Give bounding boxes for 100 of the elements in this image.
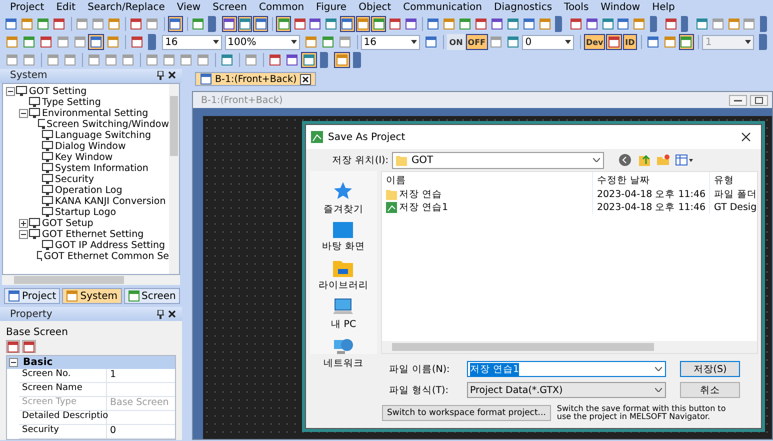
pin-icon[interactable]: [157, 71, 164, 80]
property-value[interactable]: 0: [107, 425, 175, 438]
expand-toggle[interactable]: [19, 230, 28, 239]
place-shortcut[interactable]: 네트워크: [323, 337, 364, 370]
pin-icon[interactable]: [157, 310, 164, 318]
horizontal-scrollbar[interactable]: [382, 341, 757, 353]
toolbar-button[interactable]: [600, 16, 615, 32]
toolbar-button[interactable]: [606, 34, 622, 50]
filename-field[interactable]: 저장 연습1: [467, 361, 666, 377]
tree-item[interactable]: Environmental Setting: [42, 108, 148, 119]
panel-tab[interactable]: Screen: [124, 288, 180, 304]
toolbar-button[interactable]: [324, 16, 339, 32]
up-folder-button[interactable]: [637, 153, 652, 167]
menu-item[interactable]: Search/Replace: [82, 2, 171, 13]
column-header[interactable]: 유형: [708, 172, 757, 188]
toolbar-button[interactable]: [584, 16, 600, 32]
tree-item[interactable]: GOT IP Address Setting: [55, 240, 166, 251]
menu-item[interactable]: Edit: [50, 2, 82, 13]
expand-toggle[interactable]: [6, 86, 15, 96]
menu-item[interactable]: Diagnostics: [488, 2, 558, 13]
editor-tab[interactable]: B-1:(Front+Back): [195, 72, 316, 86]
toolbar-combo[interactable]: 100%: [224, 34, 300, 50]
cancel-button[interactable]: 취소: [680, 382, 740, 398]
expand-toggle[interactable]: [19, 218, 28, 228]
place-shortcut[interactable]: 즐겨찾기: [323, 181, 364, 216]
toolbar-button[interactable]: [505, 34, 522, 50]
vertical-scrollbar[interactable]: [169, 84, 179, 274]
back-button[interactable]: [618, 153, 632, 167]
minimize-icon[interactable]: [734, 98, 742, 102]
tree-item[interactable]: GOT Ethernet Common Se: [44, 250, 169, 262]
toolbar-button[interactable]: [308, 16, 323, 32]
menu-item[interactable]: Figure: [310, 2, 353, 13]
menu-item[interactable]: Object: [352, 2, 398, 13]
toolbar-button[interactable]: [521, 16, 536, 32]
toolbar-button[interactable]: [219, 52, 235, 68]
tree-item[interactable]: GOT Ethernet Setting: [42, 228, 144, 240]
close-icon[interactable]: [168, 71, 176, 80]
toolbar-button[interactable]: [334, 52, 350, 68]
toolbar-button[interactable]: [301, 52, 317, 68]
sort-button[interactable]: [6, 340, 20, 353]
toolbar-button[interactable]: [4, 16, 19, 32]
caret-icon[interactable]: [291, 40, 298, 44]
file-name[interactable]: 저장 연습1: [398, 201, 448, 214]
tree-item[interactable]: Dialog Window: [55, 140, 126, 152]
file-name[interactable]: 저장 연습: [398, 188, 442, 201]
caret-icon[interactable]: [212, 40, 219, 44]
toolbar-overflow[interactable]: [555, 16, 562, 32]
tree-item[interactable]: Language Switching: [55, 130, 152, 141]
toolbar-button[interactable]: [88, 34, 104, 50]
toolbar-button[interactable]: ID: [623, 34, 637, 50]
tree-item[interactable]: Operation Log: [55, 184, 122, 196]
toolbar-button[interactable]: [38, 34, 54, 50]
toolbar-button[interactable]: OFF: [466, 34, 488, 50]
tree-item[interactable]: Security: [55, 174, 94, 185]
caret-icon[interactable]: [655, 367, 662, 371]
toolbar-button[interactable]: [694, 16, 710, 32]
tree-item[interactable]: GOT Setting: [29, 86, 87, 97]
toolbar-combo[interactable]: 16: [162, 34, 222, 50]
sort-button[interactable]: [22, 340, 36, 353]
toolbar-button[interactable]: [616, 16, 631, 32]
menu-item[interactable]: Project: [4, 2, 50, 13]
toolbar-button[interactable]: [663, 16, 678, 32]
menu-item[interactable]: Window: [594, 2, 646, 13]
toolbar-overflow[interactable]: [760, 16, 768, 32]
toolbar-button[interactable]: [403, 16, 418, 32]
toolbar-button[interactable]: [52, 16, 66, 32]
place-shortcut[interactable]: 바탕 화면: [322, 222, 365, 253]
toolbar-button[interactable]: [238, 16, 252, 32]
toolbar-button[interactable]: [426, 16, 441, 32]
tree-item[interactable]: Startup Logo: [55, 206, 116, 218]
column-header[interactable]: 이름: [382, 174, 592, 186]
toolbar-overflow[interactable]: [148, 34, 156, 50]
workspace-format-button[interactable]: Switch to workspace format project...: [382, 405, 551, 422]
toolbar-overflow[interactable]: [759, 34, 768, 50]
filetype-dropdown[interactable]: Project Data(*.GTX): [467, 382, 666, 398]
toolbar-button[interactable]: [356, 16, 370, 32]
toolbar-button[interactable]: [129, 34, 146, 50]
toolbar-button[interactable]: [292, 16, 307, 32]
menu-item[interactable]: Communication: [397, 2, 488, 13]
toolbar-button[interactable]: ON: [447, 34, 465, 50]
tree-item[interactable]: Type Setting: [42, 96, 101, 108]
toolbar-button[interactable]: [267, 52, 283, 68]
menu-item[interactable]: Common: [253, 2, 310, 13]
tree-item[interactable]: System Information: [55, 162, 148, 174]
toolbar-button[interactable]: [340, 16, 355, 32]
new-folder-button[interactable]: [656, 153, 670, 167]
toolbar-button[interactable]: [644, 34, 661, 50]
property-value[interactable]: 1: [107, 369, 175, 382]
tree-item[interactable]: Screen Switching/Window: [46, 118, 169, 130]
minimize-button[interactable]: [729, 94, 747, 106]
place-shortcut[interactable]: 라이브러리: [318, 259, 368, 292]
view-menu-button[interactable]: [675, 153, 694, 167]
toolbar-button[interactable]: [253, 16, 268, 32]
expand-toggle[interactable]: [19, 108, 28, 118]
close-icon[interactable]: [168, 310, 176, 318]
toolbar-button[interactable]: [168, 16, 183, 32]
toolbar-button[interactable]: [276, 16, 292, 32]
toolbar-button[interactable]: [371, 16, 386, 32]
maximize-button[interactable]: [750, 94, 768, 106]
location-dropdown[interactable]: GOT: [392, 152, 604, 168]
